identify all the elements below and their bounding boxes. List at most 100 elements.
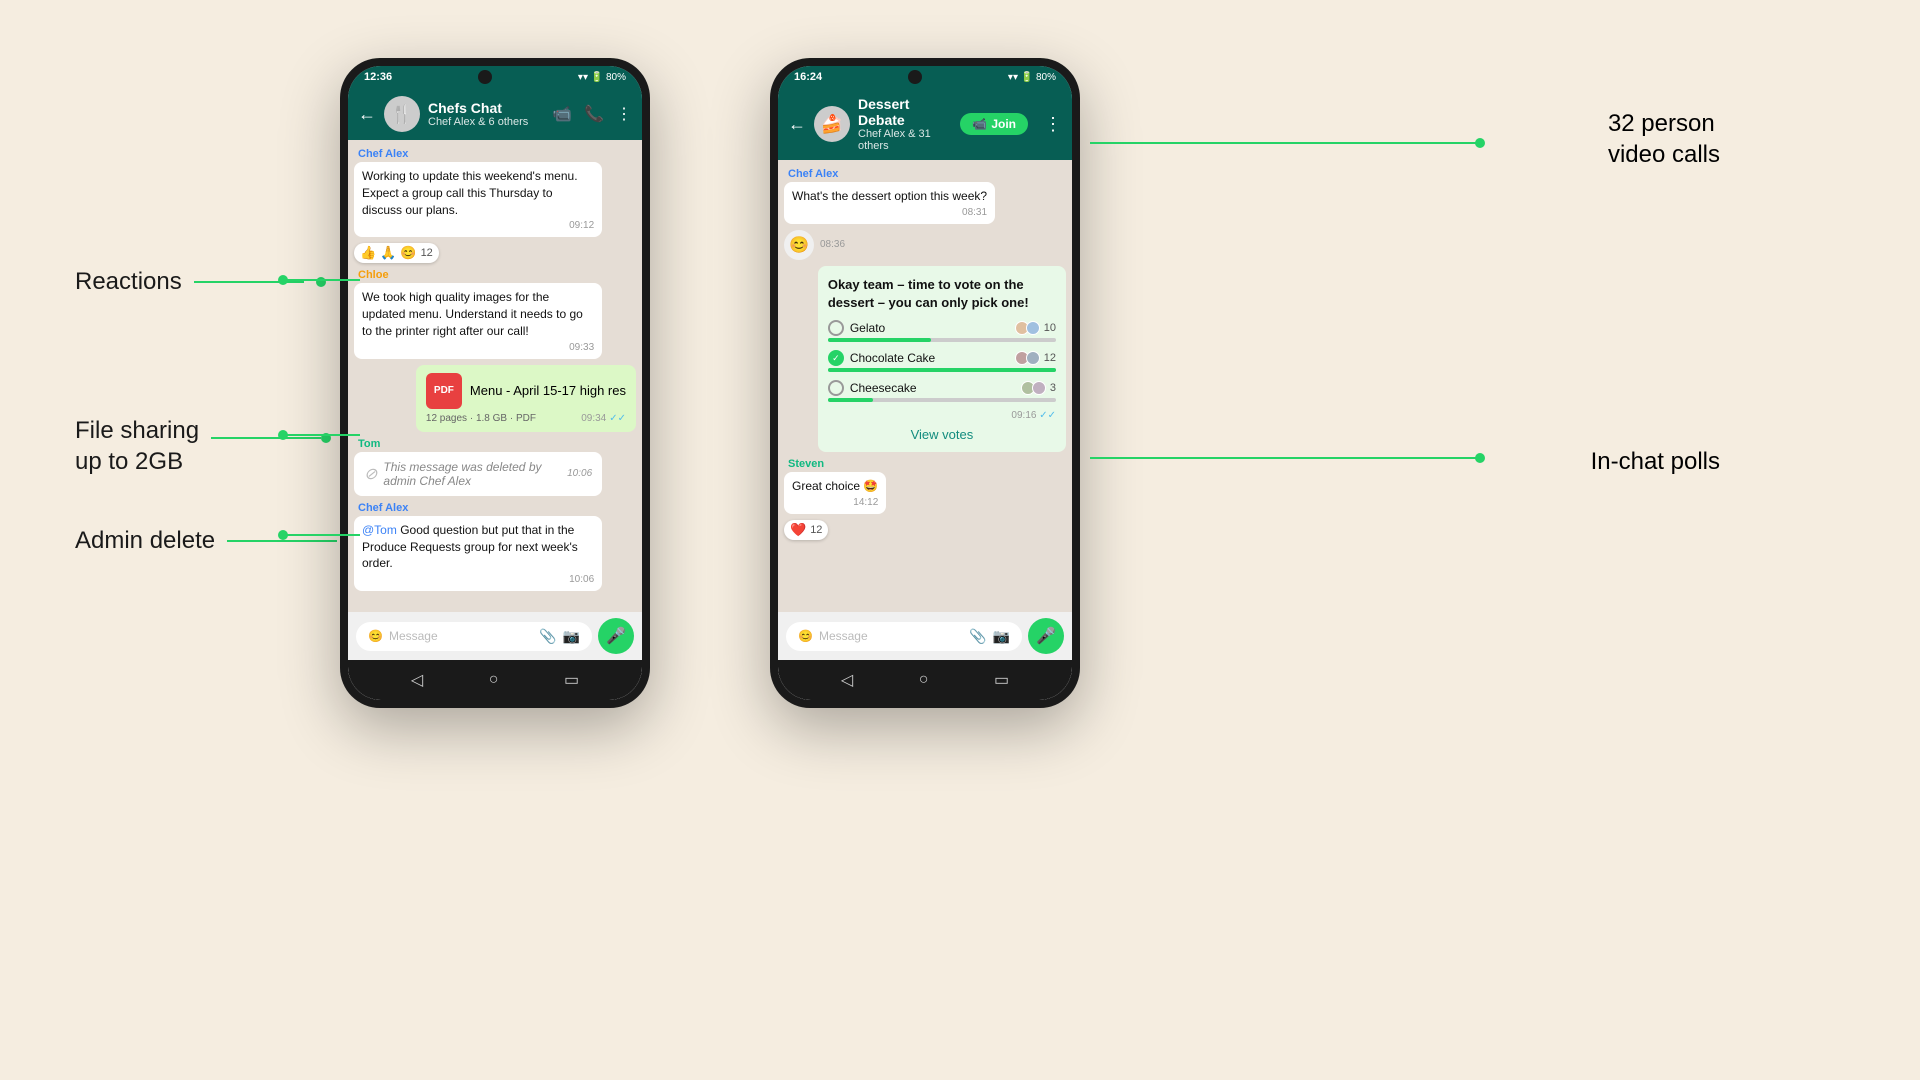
p2-reaction-heart: ❤️	[790, 522, 806, 538]
msg-time-2: 09:33	[362, 342, 594, 353]
msg-time-5: 10:06	[362, 574, 594, 585]
attach-btn-1[interactable]: 📎	[539, 628, 556, 645]
p2-chloe-time: 08:36	[820, 239, 845, 250]
choccake-stats: 12	[1018, 351, 1056, 365]
chat-sub-1: Chef Alex & 6 others	[428, 116, 544, 128]
choccake-bar-fill	[828, 368, 1056, 372]
battery-icons-2: ▾▾ 🔋 80%	[1008, 72, 1056, 83]
gelato-name: Gelato	[850, 321, 885, 335]
poll-bubble: Okay team – time to vote on the dessert …	[818, 266, 1066, 452]
video-icon-1[interactable]: 📹	[552, 104, 572, 124]
chat-input-2: 😊 Message 📎 📷 🎤	[778, 612, 1072, 660]
choccake-av2	[1026, 351, 1040, 365]
reactions-text: Reactions	[75, 268, 182, 296]
p2-reactions-container: ❤️ 12	[784, 517, 886, 540]
reactions-connector	[0, 0, 380, 310]
p2-sender-4: Steven	[784, 458, 886, 470]
choccake-radio[interactable]: ✓	[828, 350, 844, 366]
camera-btn-2[interactable]: 📷	[993, 628, 1010, 645]
p2-sender-1: Chef Alex	[784, 168, 995, 180]
p2-msg-time-1: 08:31	[792, 207, 987, 218]
gelato-radio[interactable]	[828, 320, 844, 336]
video-calls-label: 32 personvideo calls	[1608, 108, 1720, 170]
sender-5: Chef Alex	[354, 502, 602, 514]
menu-icon-1[interactable]: ⋮	[616, 104, 632, 124]
chat-name-2: Dessert Debate	[858, 96, 952, 128]
deleted-time-1: 10:06	[567, 468, 592, 479]
camera-btn-1[interactable]: 📷	[563, 628, 580, 645]
back-nav-2[interactable]: ◁	[841, 670, 853, 690]
choccake-count: 12	[1044, 352, 1056, 364]
home-nav-2[interactable]: ○	[919, 671, 929, 689]
gelato-bar-fill	[828, 338, 931, 342]
chat-sub-2: Chef Alex & 31 others	[858, 128, 952, 152]
p2-message-4: Steven Great choice 🤩 14:12 ❤️ 12	[784, 458, 886, 540]
sender-4: Tom	[354, 438, 602, 450]
p2-chloe-avatar: 😊	[784, 230, 814, 260]
time-1: 12:36	[364, 71, 392, 83]
p2-message-1: Chef Alex What's the dessert option this…	[784, 168, 995, 224]
choccake-name: Chocolate Cake	[850, 351, 935, 365]
input-placeholder-1: Message	[389, 629, 533, 643]
cheesecake-bar-bg	[828, 398, 1056, 402]
mic-btn-2[interactable]: 🎤	[1028, 618, 1064, 654]
reaction-pray: 🙏	[380, 245, 396, 261]
cheesecake-radio[interactable]	[828, 380, 844, 396]
msg-text-5: @Tom Good question but put that in the P…	[362, 522, 594, 572]
cheesecake-count: 3	[1050, 382, 1056, 394]
chat-body-1: Chef Alex Working to update this weekend…	[348, 140, 642, 612]
gelato-count: 10	[1044, 322, 1056, 334]
mic-btn-1[interactable]: 🎤	[598, 618, 634, 654]
p2-poll: Okay team – time to vote on the dessert …	[818, 266, 1066, 452]
file-sharing-line	[211, 437, 321, 439]
input-field-2[interactable]: 😊 Message 📎 📷	[786, 622, 1022, 651]
avatar-1: 🍴	[384, 96, 420, 132]
poll-option-cheesecake[interactable]: Cheesecake 3	[828, 380, 1056, 402]
chat-body-2: Chef Alex What's the dessert option this…	[778, 160, 1072, 612]
reactions-dot	[316, 277, 326, 287]
recent-nav-1[interactable]: ▭	[564, 670, 579, 690]
reactions-label: Reactions	[75, 268, 326, 296]
poll-option-gelato[interactable]: Gelato 10	[828, 320, 1056, 342]
view-votes-btn[interactable]: View votes	[828, 427, 1056, 442]
p2-msg-text-4: Great choice 🤩	[792, 478, 878, 495]
attach-btn-2[interactable]: 📎	[969, 628, 986, 645]
cheesecake-av2	[1032, 381, 1046, 395]
home-nav-1[interactable]: ○	[489, 671, 499, 689]
deleted-text-1: This message was deleted by admin Chef A…	[383, 460, 561, 488]
bubble-2: We took high quality images for the upda…	[354, 283, 602, 358]
bottom-nav-1: ◁ ○ ▭	[348, 660, 642, 700]
choccake-bar-bg	[828, 368, 1056, 372]
back-nav-1[interactable]: ◁	[411, 670, 423, 690]
menu-icon-2[interactable]: ⋮	[1044, 114, 1062, 135]
message-4: Tom ⊘ This message was deleted by admin …	[354, 438, 602, 496]
recent-nav-2[interactable]: ▭	[994, 670, 1009, 690]
emoji-btn-1[interactable]: 😊	[368, 629, 383, 643]
file-bubble-1: PDF Menu - April 15-17 high res 12 pages…	[416, 365, 636, 432]
call-icon-1[interactable]: 📞	[584, 104, 604, 124]
input-field-1[interactable]: 😊 Message 📎 📷	[356, 622, 592, 651]
deleted-bubble-1: ⊘ This message was deleted by admin Chef…	[354, 452, 602, 496]
admin-delete-line	[227, 540, 337, 542]
emoji-btn-2[interactable]: 😊	[798, 629, 813, 643]
chat-header-1[interactable]: ← 🍴 Chefs Chat Chef Alex & 6 others 📹 📞 …	[348, 88, 642, 140]
poll-option-choccake[interactable]: ✓ Chocolate Cake 12	[828, 350, 1056, 372]
p2-reactions: ❤️ 12	[784, 520, 828, 540]
msg-text-2: We took high quality images for the upda…	[362, 289, 594, 339]
back-btn-1[interactable]: ←	[358, 104, 376, 125]
gelato-av2	[1026, 321, 1040, 335]
p2-reaction-count: 12	[810, 524, 822, 536]
bubble-5: @Tom Good question but put that in the P…	[354, 516, 602, 591]
message-5: Chef Alex @Tom Good question but put tha…	[354, 502, 602, 591]
p2-bubble-1: What's the dessert option this week? 08:…	[784, 182, 995, 224]
join-button[interactable]: 📹 Join	[960, 113, 1028, 135]
polls-text: In-chat polls	[1591, 448, 1720, 476]
admin-delete-text: Admin delete	[75, 527, 215, 555]
reaction-count-1: 12	[421, 247, 433, 259]
chat-header-2[interactable]: ← 🍰 Dessert Debate Chef Alex & 31 others…	[778, 88, 1072, 160]
chat-header-actions-1: 📹 📞 ⋮	[552, 104, 632, 124]
sender-2: Chloe	[354, 269, 602, 281]
video-calls-text: 32 personvideo calls	[1608, 108, 1720, 170]
back-btn-2[interactable]: ←	[788, 114, 806, 135]
sender-1: Chef Alex	[354, 148, 602, 160]
